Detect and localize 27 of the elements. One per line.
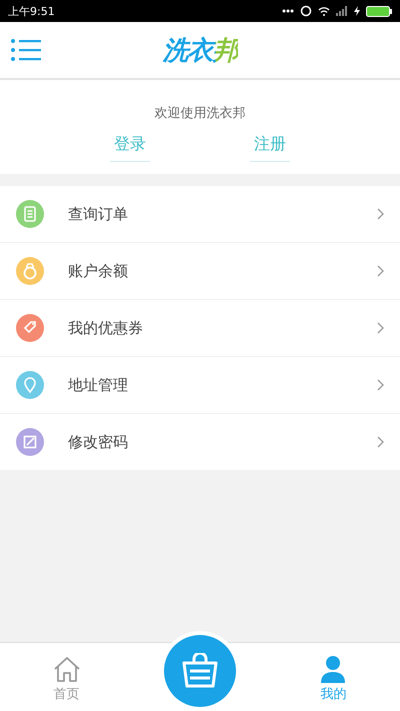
signal-icon xyxy=(336,6,348,16)
menu-label: 账户余额 xyxy=(68,262,129,280)
menu-label: 查询订单 xyxy=(68,204,129,224)
menu-label: 我的优惠券 xyxy=(68,318,144,338)
menu-item[interactable]: 我的优惠券 xyxy=(0,300,400,357)
more-icon xyxy=(282,9,294,13)
menu-label: 修改密码 xyxy=(68,432,129,452)
home-icon xyxy=(52,655,82,683)
menu-item[interactable]: 账户余额 xyxy=(0,243,400,300)
charging-icon xyxy=(354,6,360,16)
chevron-icon xyxy=(376,208,384,220)
user-icon xyxy=(319,655,348,683)
chevron-icon xyxy=(376,436,384,448)
menu-label: 地址管理 xyxy=(68,376,129,394)
welcome-text: 欢迎使用洗衣邦 xyxy=(154,105,246,122)
battery-icon xyxy=(366,6,392,16)
menu-item[interactable]: 地址管理 xyxy=(0,357,400,414)
basket-icon xyxy=(180,653,219,689)
menu-icon xyxy=(10,38,42,62)
chevron-icon xyxy=(376,379,384,391)
wifi-icon xyxy=(318,6,330,16)
menu-item[interactable]: 查询订单 xyxy=(0,186,400,243)
status-time: 上午9:51 xyxy=(8,4,55,18)
menu-button[interactable] xyxy=(10,38,42,62)
chevron-icon xyxy=(376,322,384,334)
menu-item[interactable]: 修改密码 xyxy=(0,414,400,470)
chevron-icon xyxy=(376,265,384,277)
